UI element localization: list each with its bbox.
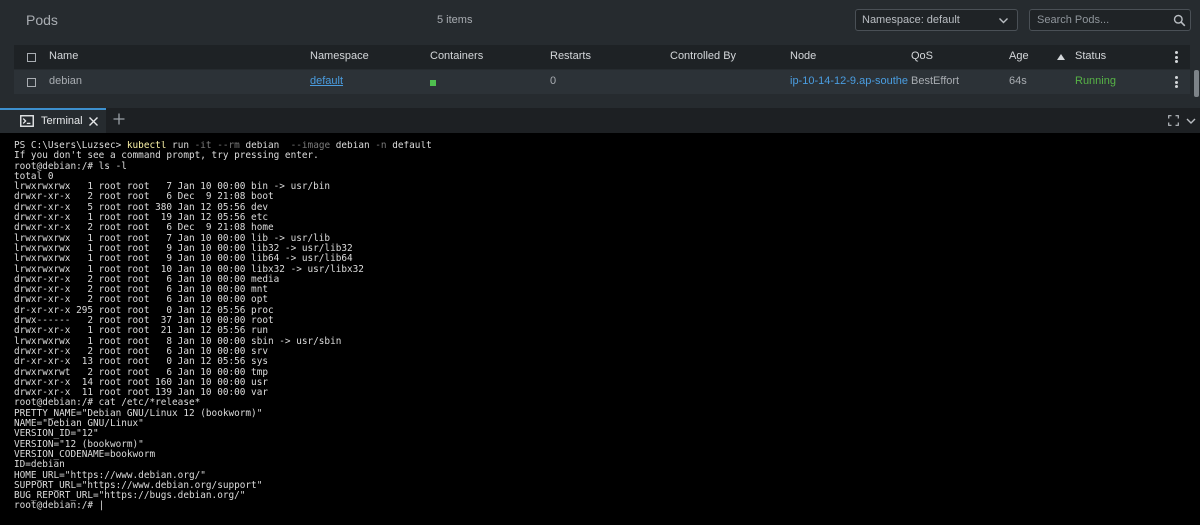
search-icon — [1173, 14, 1186, 27]
table-row[interactable]: debian default 0 ip-10-14-12-9.ap-southe… — [14, 70, 1190, 94]
column-namespace[interactable]: Namespace — [310, 50, 369, 62]
plus-icon[interactable] — [113, 113, 125, 125]
terminal-line: If you don't see a command prompt, try p… — [14, 150, 319, 162]
pod-name[interactable]: debian — [49, 75, 82, 87]
restarts-value: 0 — [550, 75, 557, 87]
item-count: 5 items — [437, 14, 473, 26]
tab-label: Terminal — [41, 115, 83, 127]
terminal-line: VERSION_CODENAME=bookworm — [14, 448, 156, 460]
search-input[interactable] — [1030, 10, 1167, 30]
column-containers[interactable]: Containers — [430, 50, 483, 62]
namespace-select[interactable]: Namespace: default — [855, 9, 1018, 31]
terminal-line: NAME="Debian GNU/Linux" — [14, 418, 144, 430]
terminal-line: root@debian:/# ls -l — [14, 160, 127, 172]
terminal-line: dr-xr-xr-x 13 root root 0 Jan 12 05:56 s… — [14, 356, 268, 368]
tab-terminal[interactable]: Terminal — [0, 108, 106, 133]
dock-tab-bar: Terminal — [0, 108, 1200, 133]
select-all-checkbox[interactable] — [27, 53, 36, 62]
qos-value: BestEffort — [911, 75, 960, 87]
terminal-line: VERSION="12 (bookworm)" — [14, 438, 144, 450]
terminal-icon — [20, 115, 34, 127]
terminal-line: BUG_REPORT_URL="https://bugs.debian.org/… — [14, 490, 246, 502]
chevron-down-icon[interactable] — [1186, 116, 1196, 126]
terminal-line: ID=debian — [14, 459, 65, 471]
row-menu-icon[interactable] — [1175, 76, 1178, 90]
scrollbar[interactable] — [1194, 70, 1199, 97]
column-name[interactable]: Name — [49, 50, 78, 62]
terminal-line: PRETTY_NAME="Debian GNU/Linux 12 (bookwo… — [14, 407, 263, 419]
terminal-output[interactable]: PS C:\Users\Luzsec> kubectl run -it --rm… — [14, 141, 1190, 521]
column-menu-icon[interactable] — [1175, 51, 1178, 65]
column-restarts[interactable]: Restarts — [550, 50, 591, 62]
search-pods[interactable] — [1029, 9, 1191, 31]
namespace-link[interactable]: default — [310, 75, 343, 87]
table-header: Name Namespace Containers Restarts Contr… — [14, 45, 1190, 69]
page-title: Pods — [26, 12, 58, 28]
pods-panel: Pods 5 items Namespace: default Name Nam… — [0, 0, 1200, 108]
namespace-select-value: Namespace: default — [862, 14, 960, 26]
column-node[interactable]: Node — [790, 50, 816, 62]
maximize-icon[interactable] — [1168, 115, 1179, 126]
terminal-line: root@debian:/# | — [14, 500, 105, 512]
row-checkbox[interactable] — [27, 78, 36, 87]
column-qos[interactable]: QoS — [911, 50, 933, 62]
container-status-indicator — [430, 80, 436, 86]
column-controlled-by[interactable]: Controlled By — [670, 50, 736, 62]
status-badge: Running — [1075, 75, 1116, 87]
close-icon[interactable] — [88, 116, 99, 127]
column-age[interactable]: Age — [1009, 50, 1029, 62]
node-link[interactable]: ip-10-14-12-9.ap-southe — [790, 75, 908, 87]
age-value: 64s — [1009, 75, 1027, 87]
terminal-line: VERSION_ID="12" — [14, 428, 99, 440]
column-status[interactable]: Status — [1075, 50, 1106, 62]
chevron-down-icon — [999, 18, 1008, 24]
sort-asc-icon[interactable] — [1057, 54, 1065, 60]
